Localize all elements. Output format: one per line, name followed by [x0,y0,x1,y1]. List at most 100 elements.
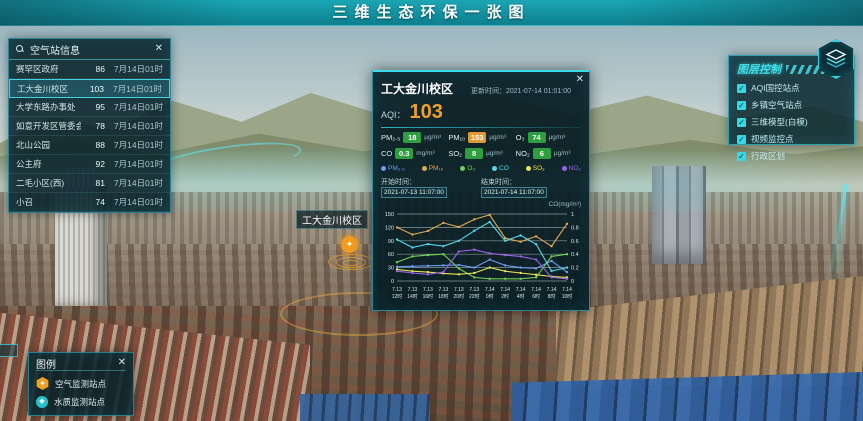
station-value: 88 [81,140,105,150]
station-row[interactable]: 赛罕区政府 86 7月14日01时 [9,60,170,79]
layer-item[interactable]: ✓ 行政区划 [737,150,846,162]
checkbox-checked[interactable]: ✓ [737,118,746,127]
station-value: 95 [81,102,105,112]
station-panel-header: 空气站信息 ✕ [9,39,170,60]
map-legend-panel: 图例 ✕ ✦ 空气监测站点 ◆ 水质监测站点 [28,352,134,416]
aqi-value: 103 [410,102,443,122]
pollutant-badge: 0.3 [395,148,413,159]
station-row-selected[interactable]: 工大金川校区 103 7月14日01时 [9,79,170,98]
station-name: 小召 [16,196,81,208]
station-row[interactable]: 公主府 92 7月14日01时 [9,155,170,174]
layer-panel-title: 图层控制 [737,61,781,77]
time-range-row: 开始时间：2021-07-13 11:07:00 结束时间：2021-07-14… [381,177,581,198]
station-row[interactable]: 北山公园 88 7月14日01时 [9,136,170,155]
divider [381,127,581,128]
checkbox-checked[interactable]: ✓ [737,101,746,110]
svg-text:7.14: 7.14 [562,287,572,293]
station-name: 如意开发区管委会 [16,120,81,132]
svg-text:1: 1 [571,212,574,218]
station-value: 74 [81,197,105,207]
layers-icon [820,43,852,75]
legend-series-label: SO₂ [533,165,545,172]
layer-item[interactable]: ✓ AQI国控站点 [737,82,846,94]
close-icon[interactable]: ✕ [576,75,584,85]
chart-legend-item[interactable]: PM₁₀ [422,165,444,172]
frame-decoration [0,344,18,357]
svg-text:7.13: 7.13 [408,287,418,293]
svg-text:0.6: 0.6 [571,239,579,245]
station-row[interactable]: 二毛小区(西) 81 7月14日01时 [9,174,170,193]
pollutant-label: NO₂ [516,149,530,158]
svg-text:30: 30 [388,266,394,272]
svg-text:7.13: 7.13 [469,287,479,293]
layer-item-label: 视频监控点 [751,133,794,145]
pollutant-cell: O₃ 74 µg/m³ [516,132,581,143]
legend-series-label: PM₁₀ [429,165,444,172]
pollutant-badge: 6 [533,148,551,159]
station-row[interactable]: 如意开发区管委会 78 7月14日01时 [9,117,170,136]
station-detail-popup: 工大金川校区 更新时间：2021-07-14 01:01:00 ✕ AQI： 1… [372,70,590,311]
page-title: 三维生态环保一张图 [0,0,863,26]
chart-legend-item[interactable]: PM₂.₅ [381,165,405,172]
chart-legend-item[interactable]: CO [492,165,509,172]
svg-text:6时: 6时 [532,293,540,300]
svg-text:20时: 20时 [454,293,465,300]
pollutant-label: CO [381,149,392,158]
legend-series-label: CO [499,165,509,172]
svg-text:7.13: 7.13 [423,287,433,293]
svg-text:10时: 10时 [562,293,573,300]
legend-dot-icon [562,166,567,171]
pollutant-unit: µg/m³ [486,150,503,157]
chart-legend: PM₂.₅ PM₁₀ O₃ CO SO₂ NO₂ [381,165,581,172]
station-name: 二毛小区(西) [16,177,81,189]
svg-text:16时: 16时 [423,293,434,300]
layer-item[interactable]: ✓ 乡镇空气站点 [737,99,846,111]
svg-text:7.13: 7.13 [454,287,464,293]
station-value: 78 [81,121,105,131]
legend-dot-icon [492,166,497,171]
pollutant-cell: PM₂.₅ 18 µg/m³ [381,132,446,143]
close-icon[interactable]: ✕ [118,358,126,368]
pollutant-badge: 153 [468,132,486,143]
legend-dot-icon [381,166,386,171]
legend-item: ✦ 空气监测站点 [36,377,126,390]
pollutant-unit: µg/m³ [554,150,571,157]
station-time: 7月14日01时 [105,158,163,170]
pollutant-label: SO₂ [448,149,462,158]
station-row[interactable]: 小召 74 7月14日01时 [9,193,170,212]
chart-legend-item[interactable]: SO₂ [526,165,545,172]
station-marker-icon[interactable]: ✦ [341,236,358,253]
station-row[interactable]: 大学东路办事处 95 7月14日01时 [9,98,170,117]
pollutant-unit: mg/m³ [416,150,434,157]
svg-text:0.8: 0.8 [571,225,579,231]
layer-item[interactable]: ✓ 视频监控点 [737,133,846,145]
legend-dot-icon [460,166,465,171]
search-icon[interactable] [16,45,24,53]
close-icon[interactable]: ✕ [155,44,163,54]
station-panel-title: 空气站信息 [30,42,80,57]
checkbox-checked[interactable]: ✓ [737,135,746,144]
station-value: 92 [81,159,105,169]
legend-item-label: 空气监测站点 [55,378,106,390]
start-time-input[interactable]: 2021-07-13 11:07:00 [381,187,447,198]
layer-item[interactable]: ✓ 三维模型(白模) [737,116,846,128]
svg-text:0.4: 0.4 [571,252,579,258]
station-time: 7月14日01时 [105,139,163,151]
end-time-input[interactable]: 2021-07-14 11:07:00 [481,187,547,198]
svg-text:0: 0 [391,279,394,285]
map-viewport[interactable]: 三维生态环保一张图 空气站信息 ✕ 赛罕区政府 86 7月14日01时 工大金川… [0,0,863,421]
update-time-value: 2021-07-14 01:01:00 [506,88,571,95]
station-name: 公主府 [16,158,81,170]
svg-text:2时: 2时 [501,293,509,300]
checkbox-checked[interactable]: ✓ [737,152,746,161]
update-time-label: 更新时间： [471,88,506,95]
chart-legend-item[interactable]: NO₂ [562,165,581,172]
checkbox-checked[interactable]: ✓ [737,84,746,93]
end-time-label: 结束时间： [481,179,516,186]
legend-item-label: 水质监测站点 [54,396,105,408]
station-name: 赛罕区政府 [16,63,81,75]
svg-text:120: 120 [385,225,394,231]
pollutant-cell: CO 0.3 mg/m³ [381,148,446,159]
chart-legend-item[interactable]: O₃ [460,165,475,172]
svg-text:0: 0 [571,279,574,285]
